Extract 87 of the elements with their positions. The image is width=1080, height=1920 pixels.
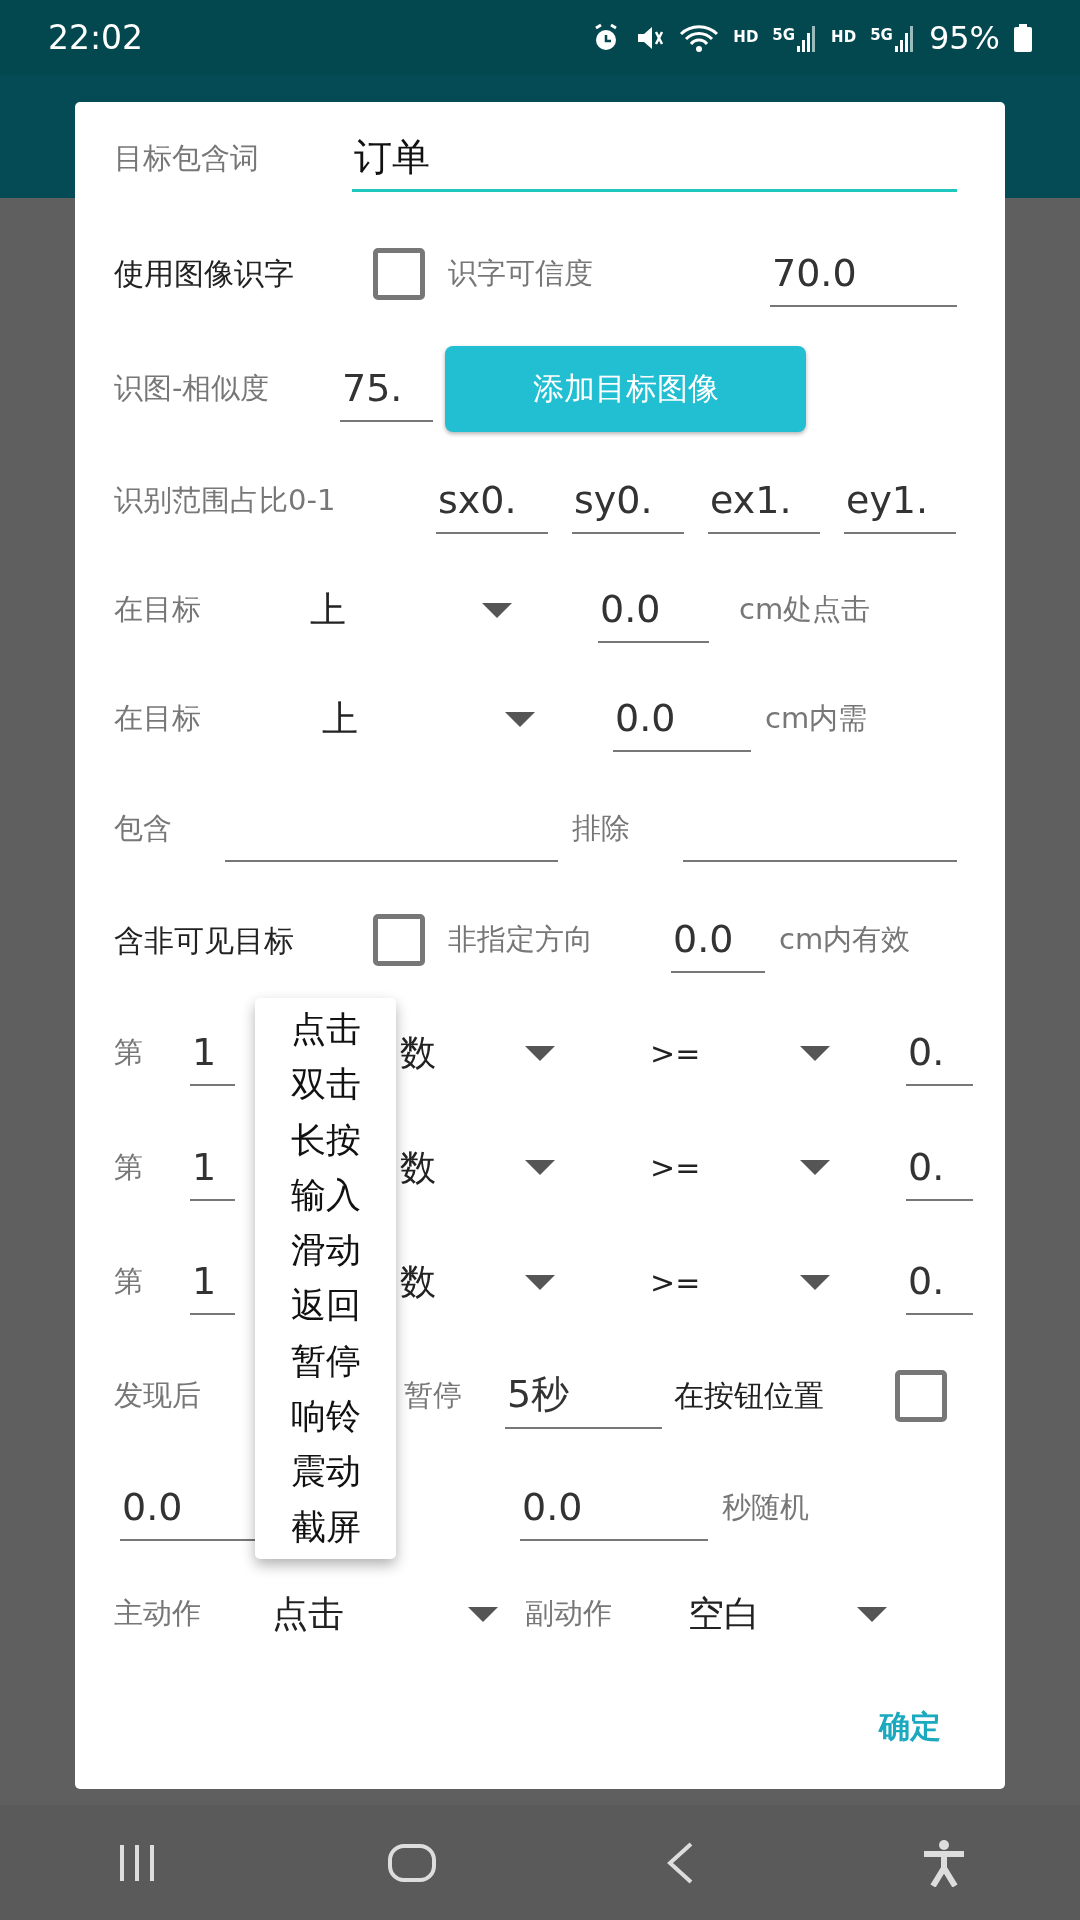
field-label: 第	[114, 1264, 143, 1299]
menu-item[interactable]: 震动	[255, 1444, 396, 1500]
network-label: HD	[831, 27, 857, 49]
menu-item[interactable]: 点击	[255, 1002, 396, 1058]
home-icon	[387, 1842, 438, 1883]
clock-time: 22:02	[48, 16, 144, 59]
caret-icon	[800, 1045, 830, 1061]
input-field[interactable]: 0.0	[520, 1475, 708, 1541]
caret-icon	[482, 602, 512, 618]
dropdown[interactable]: 数	[400, 1134, 555, 1201]
caret-icon	[525, 1160, 555, 1175]
network-label: 5G	[772, 24, 796, 46]
signal-icon	[894, 23, 915, 52]
field-label: 非指定方向	[448, 922, 593, 957]
menu-item[interactable]: 输入	[255, 1167, 396, 1224]
input-field[interactable]: ex1.	[708, 468, 820, 534]
checkbox[interactable]	[895, 1369, 947, 1422]
input-field[interactable]: 5秒	[505, 1362, 662, 1429]
input-field[interactable]: ey1.	[844, 468, 956, 534]
checkbox[interactable]	[373, 247, 425, 300]
menu-item[interactable]: 暂停	[255, 1333, 396, 1390]
input-field[interactable]: 1	[190, 1020, 235, 1086]
field-label: cm处点击	[739, 592, 871, 627]
checkbox[interactable]	[373, 914, 425, 966]
signal-icon	[797, 23, 818, 52]
input-field[interactable]: 0.	[906, 1020, 973, 1086]
menu-item[interactable]: 返回	[255, 1278, 396, 1334]
field-label: 主动作	[114, 1596, 201, 1631]
caret-icon	[468, 1606, 498, 1622]
input-field[interactable]: sx0.	[436, 468, 548, 534]
field-label: 排除	[572, 811, 630, 846]
dropdown[interactable]: 空白	[688, 1581, 887, 1647]
network-label: HD	[733, 27, 759, 49]
field-label: 秒随机	[722, 1490, 809, 1525]
field-label: cm内有效	[779, 922, 911, 957]
input-field[interactable]: 70.0	[770, 240, 957, 307]
accessibility-icon	[922, 1838, 967, 1887]
field-label: 副动作	[525, 1596, 612, 1631]
field-label: 第	[114, 1149, 143, 1184]
menu-item[interactable]: 截屏	[255, 1499, 396, 1555]
caret-icon	[525, 1045, 555, 1061]
field-label: 在目标	[114, 701, 201, 736]
input-field[interactable]: 0.0	[598, 577, 709, 643]
field-label: 识图-相似度	[114, 370, 270, 405]
battery-icon	[1014, 23, 1032, 52]
input-field[interactable]: 0.0	[671, 907, 765, 973]
dropdown[interactable]: >=	[650, 1134, 830, 1201]
field-label: 发现后	[114, 1377, 201, 1412]
input-field[interactable]: 0.0	[120, 1475, 255, 1541]
network-label: 5G	[870, 24, 893, 46]
input-field[interactable]: 75.	[340, 355, 433, 422]
input-field[interactable]: 0.	[906, 1249, 973, 1315]
field-label: 识别范围占比0-1	[114, 483, 336, 518]
field-label: 识字可信度	[448, 255, 593, 290]
dropdown[interactable]: >=	[650, 1249, 830, 1315]
menu-item[interactable]: 双击	[255, 1057, 396, 1113]
caret-icon	[525, 1274, 555, 1290]
field-label: 在目标	[114, 592, 201, 627]
field-label: cm内需	[765, 701, 868, 736]
caret-icon	[505, 711, 535, 727]
field-label: 目标包含词	[114, 141, 259, 176]
menu-item[interactable]: 响铃	[255, 1389, 396, 1445]
input-field[interactable]: sy0.	[572, 468, 684, 534]
field-label: 含非可见目标	[114, 922, 294, 958]
menu-item[interactable]: 滑动	[255, 1223, 396, 1279]
dropdown[interactable]: 数	[400, 1020, 555, 1086]
dropdown[interactable]: 点击	[272, 1581, 498, 1647]
dropdown[interactable]: 数	[400, 1249, 555, 1315]
battery-percent: 95%	[928, 17, 1000, 59]
input-field[interactable]: 1	[190, 1249, 235, 1315]
dropdown[interactable]: 上	[310, 577, 512, 643]
input-field[interactable]: 0.0	[613, 686, 751, 752]
caret-icon	[857, 1606, 887, 1622]
field-label: 使用图像识字	[114, 256, 294, 291]
field-label: 在按钮位置	[674, 1378, 824, 1413]
dropdown[interactable]: 上	[322, 686, 535, 752]
wifi-icon	[679, 22, 720, 53]
field-label: 第	[114, 1035, 143, 1070]
input-field[interactable]: 订单	[352, 126, 957, 192]
field-label: 包含	[114, 811, 172, 846]
caret-icon	[800, 1160, 830, 1175]
input-field[interactable]: 1	[190, 1134, 235, 1201]
field-label: 暂停	[404, 1377, 462, 1412]
input-field[interactable]: 0.	[906, 1134, 973, 1201]
dropdown[interactable]: >=	[650, 1020, 830, 1086]
menu-item[interactable]: 长按	[255, 1112, 396, 1168]
caret-icon	[800, 1274, 830, 1290]
